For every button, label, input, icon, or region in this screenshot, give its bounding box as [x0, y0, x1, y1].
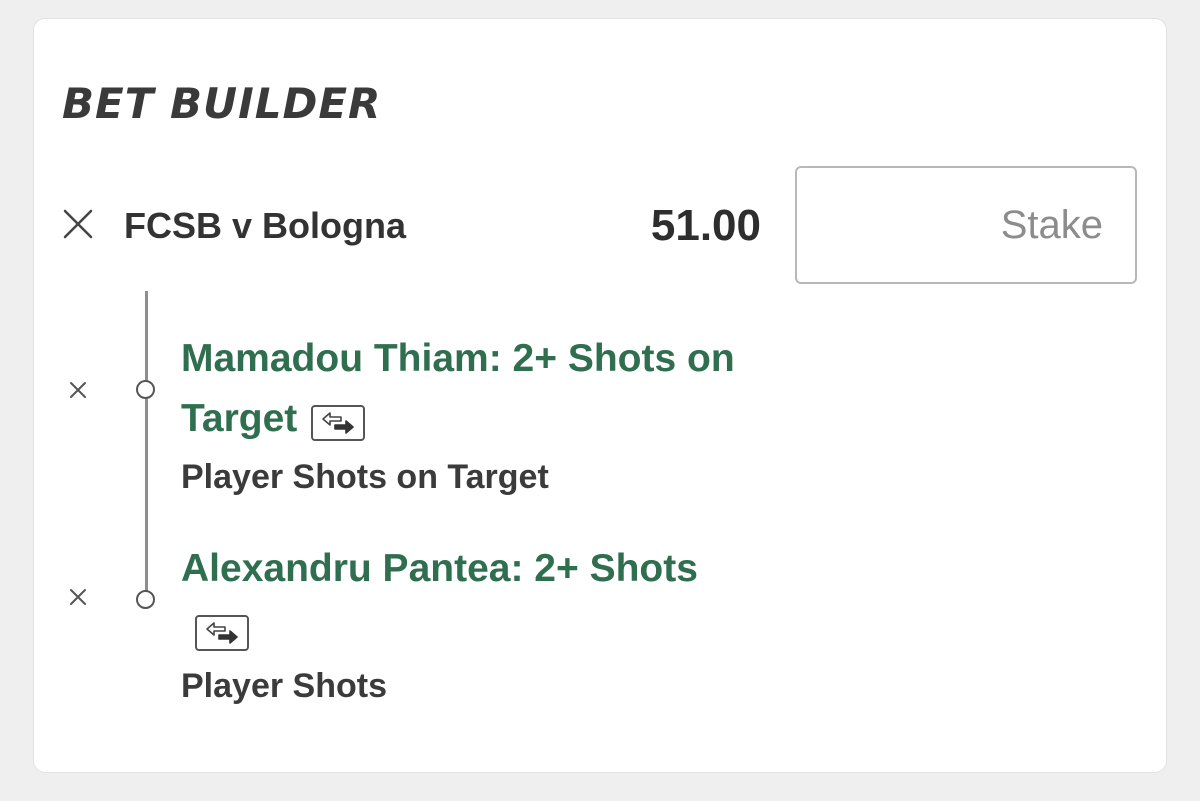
section-title: BET BUILDER: [62, 79, 382, 128]
swap-icon: [311, 404, 366, 441]
remove-leg-button[interactable]: [67, 586, 89, 608]
bet-builder-card: BET BUILDER FCSB v Bologna 51.00 Mamadou…: [33, 18, 1167, 773]
close-icon: [63, 209, 93, 239]
odds-value: 51.00: [650, 201, 761, 250]
legs-timeline: [145, 291, 148, 601]
leg-node: [136, 380, 155, 399]
remove-match-button[interactable]: [61, 207, 97, 243]
remove-leg-button[interactable]: [67, 379, 89, 401]
leg-node: [136, 590, 155, 609]
swap-button[interactable]: [311, 399, 366, 441]
match-name: FCSB v Bologna: [124, 205, 407, 246]
leg-selection: Mamadou Thiam: 2+ Shots on Target: [181, 329, 821, 449]
stake-input[interactable]: [795, 166, 1137, 284]
leg-market: Player Shots: [181, 667, 387, 705]
leg-market: Player Shots on Target: [181, 458, 549, 496]
swap-button[interactable]: [195, 609, 249, 651]
leg-selection: Alexandru Pantea: 2+ Shots: [181, 539, 821, 659]
swap-icon: [195, 614, 249, 651]
leg-selection-text: Alexandru Pantea: 2+ Shots: [181, 547, 698, 590]
close-icon: [70, 589, 86, 605]
leg-selection-text: Mamadou Thiam: 2+ Shots on Target: [181, 337, 735, 440]
close-icon: [70, 382, 86, 398]
